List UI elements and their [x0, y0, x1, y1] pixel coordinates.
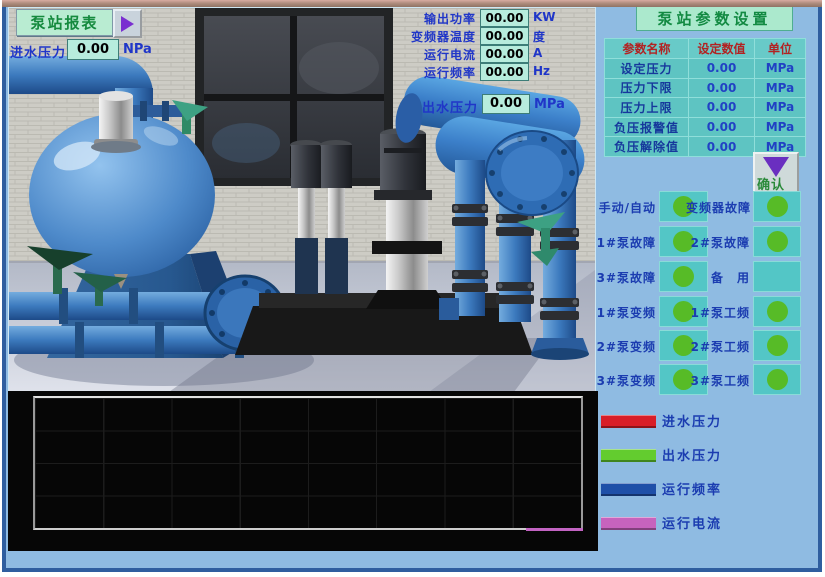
param-name: 负压解除值: [605, 137, 688, 156]
run-frequency-label: 运行频率: [340, 64, 476, 81]
settings-panel-title: 泵站参数设置: [636, 6, 793, 31]
run-frequency-unit: Hz: [533, 64, 550, 78]
status-lamp-pump1-mains: [753, 296, 801, 327]
param-setvalue[interactable]: 0.00: [689, 118, 754, 137]
param-unit: MPa: [755, 59, 805, 78]
vfd-temperature-value: 00.00: [480, 27, 529, 45]
play-triangle-icon: [121, 16, 134, 32]
lamp-icon: [767, 196, 788, 217]
lamp-icon: [767, 301, 788, 322]
status-label-vfd-fault: 变频器故障: [686, 199, 750, 216]
status-lamp-pump3-mains: [753, 364, 801, 395]
status-label-pump2-fault: 2#泵故障: [686, 234, 750, 251]
run-frequency-value: 00.00: [480, 63, 529, 81]
outlet-pressure-unit: MPa: [534, 97, 565, 112]
param-setvalue[interactable]: 0.00: [689, 137, 754, 156]
status-label-spare: 备 用: [686, 269, 750, 286]
param-unit: MPa: [755, 98, 805, 117]
vfd-temperature-unit: 度: [533, 28, 545, 45]
status-label-pump2-mains: 2#泵工频: [686, 338, 750, 355]
inlet-pressure-value: 0.00: [67, 39, 119, 60]
trend-chart: [8, 391, 598, 551]
param-setvalue[interactable]: 0.00: [689, 59, 754, 78]
param-unit: MPa: [755, 79, 805, 98]
output-power-unit: KW: [533, 10, 556, 24]
status-label-pump1-vfd: 1#泵变频: [595, 304, 656, 321]
lamp-icon: [767, 335, 788, 356]
status-label-pump1-fault: 1#泵故障: [595, 234, 656, 251]
param-setvalue[interactable]: 0.00: [689, 98, 754, 117]
inlet-pressure-label: 进水压力: [10, 42, 66, 61]
param-name: 压力下限: [605, 79, 688, 98]
run-current-label: 运行电流: [340, 46, 476, 63]
output-power-value: 00.00: [480, 9, 529, 27]
run-current-value: 00.00: [480, 45, 529, 63]
col-header-setvalue: 设定数值: [689, 39, 754, 58]
status-label-pump3-mains: 3#泵工频: [686, 372, 750, 389]
legend-swatch-run-current: [601, 517, 656, 530]
legend-swatch-inlet-pressure: [601, 415, 656, 428]
inlet-pressure-unit: NPa: [123, 42, 152, 57]
confirm-button[interactable]: 确认: [753, 152, 799, 196]
status-lamp-pump2-mains: [753, 330, 801, 361]
legend-label-inlet-pressure: 进水压力: [662, 411, 722, 430]
report-button[interactable]: 泵站报表: [16, 9, 113, 36]
outlet-pressure-label: 出水压力: [342, 97, 478, 116]
trend-current-segment: [526, 528, 583, 531]
lamp-icon: [767, 231, 788, 252]
parameter-table: 参数名称 设定数值 单位 设定压力 0.00 MPa 压力下限 0.00 MPa…: [604, 38, 806, 157]
trend-chart-grid: [33, 396, 583, 530]
outlet-pressure-value: 0.00: [482, 94, 530, 114]
pump-station-hmi-screen: 泵站报表 进水压力 0.00 NPa 输出功率 00.00 KW 变频器温度 0…: [0, 0, 825, 577]
param-setvalue[interactable]: 0.00: [689, 79, 754, 98]
col-header-name: 参数名称: [605, 39, 688, 58]
param-unit: MPa: [755, 118, 805, 137]
param-name: 压力上限: [605, 98, 688, 117]
status-label-pump3-vfd: 3#泵变频: [595, 372, 656, 389]
legend-label-outlet-pressure: 出水压力: [662, 445, 722, 464]
status-label-pump2-vfd: 2#泵变频: [595, 338, 656, 355]
output-power-label: 输出功率: [340, 10, 476, 27]
status-label-auto-manual: 手动/自动: [595, 199, 656, 216]
status-label-pump3-fault: 3#泵故障: [595, 269, 656, 286]
param-name: 负压报警值: [605, 118, 688, 137]
legend-swatch-outlet-pressure: [601, 449, 656, 462]
top-strip: [2, 0, 822, 7]
vfd-temperature-label: 变频器温度: [340, 28, 476, 45]
run-current-unit: A: [533, 46, 542, 60]
status-label-pump1-mains: 1#泵工频: [686, 304, 750, 321]
legend-swatch-run-frequency: [601, 483, 656, 496]
status-lamp-pump2-fault: [753, 226, 801, 257]
lamp-icon: [767, 369, 788, 390]
legend-label-run-current: 运行电流: [662, 513, 722, 532]
status-lamp-vfd-fault: [753, 191, 801, 222]
col-header-unit: 单位: [755, 39, 805, 58]
status-lamp-spare: [753, 261, 801, 292]
param-name: 设定压力: [605, 59, 688, 78]
legend-label-run-frequency: 运行频率: [662, 479, 722, 498]
report-nav-button[interactable]: [113, 9, 142, 38]
